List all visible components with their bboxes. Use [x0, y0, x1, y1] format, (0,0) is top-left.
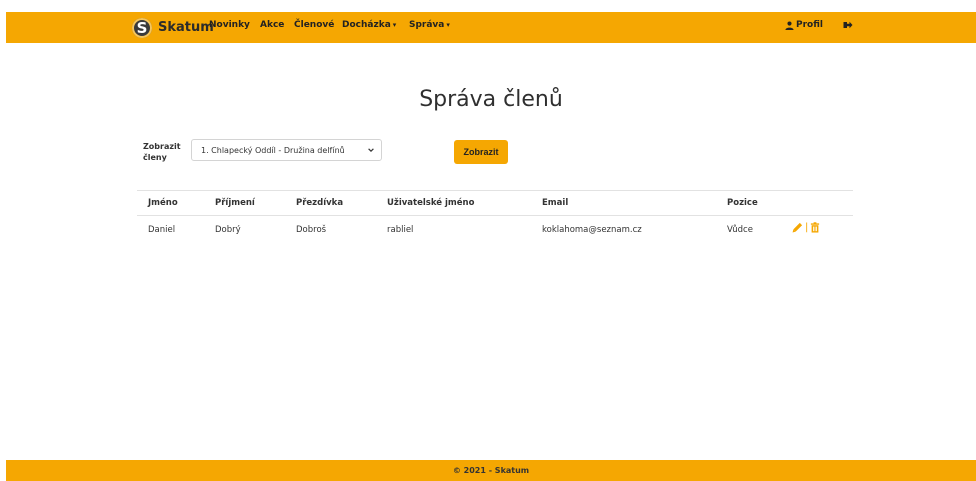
header-first-name: Jméno: [148, 198, 178, 208]
logout-icon: [843, 21, 853, 29]
action-separator: |: [805, 222, 809, 233]
page-title: Správa členů: [419, 87, 563, 112]
header-email: Email: [542, 198, 569, 208]
nav-item-dochazka[interactable]: Docházka ▾: [342, 20, 396, 30]
nav-item-sprava[interactable]: Správa ▾: [409, 20, 450, 30]
chevron-down-icon: [368, 148, 374, 153]
nav-item-clenove[interactable]: Členové: [294, 20, 334, 30]
header-username: Uživatelské jméno: [387, 198, 475, 208]
profile-link[interactable]: Profil: [785, 20, 823, 30]
table-header: Jméno Příjmení Přezdívka Uživatelské jmé…: [137, 190, 853, 216]
cell-position: Vůdce: [727, 225, 753, 235]
logout-button[interactable]: [843, 20, 853, 30]
cell-last-name: Dobrý: [215, 225, 241, 235]
table-row: Daniel Dobrý Dobroš rabliel koklahoma@se…: [137, 216, 853, 240]
profile-label: Profil: [796, 20, 823, 30]
page: S Skatum Novinky Akce Členové Docházka ▾…: [6, 0, 976, 481]
brand-logo: S: [132, 17, 152, 38]
members-table: Jméno Příjmení Přezdívka Uživatelské jmé…: [137, 190, 853, 240]
group-select[interactable]: 1. Chlapecký Oddíl - Družina delfínů: [191, 139, 382, 161]
nav-item-akce[interactable]: Akce: [260, 20, 284, 30]
user-icon: [785, 20, 794, 30]
header-position: Pozice: [727, 198, 758, 208]
cell-username: rabliel: [387, 225, 414, 235]
row-actions: |: [792, 222, 820, 233]
group-select-value: 1. Chlapecký Oddíl - Družina delfínů: [201, 145, 345, 155]
header-last-name: Příjmení: [215, 198, 255, 208]
show-button[interactable]: Zobrazit: [454, 140, 508, 164]
navbar: S Skatum Novinky Akce Členové Docházka ▾…: [6, 12, 976, 43]
nav-item-sprava-label: Správa: [409, 20, 445, 30]
brand-name: Skatum: [158, 20, 214, 35]
header-nickname: Přezdívka: [296, 198, 344, 208]
chevron-down-icon: ▾: [446, 21, 450, 29]
trash-icon[interactable]: [810, 222, 820, 233]
brand-link[interactable]: S Skatum: [132, 16, 214, 39]
pencil-icon[interactable]: [792, 222, 803, 233]
nav-item-dochazka-label: Docházka: [342, 20, 391, 30]
cell-email: koklahoma@seznam.cz: [542, 225, 642, 235]
cell-first-name: Daniel: [148, 225, 176, 235]
chevron-down-icon: ▾: [392, 21, 397, 29]
footer: © 2021 - Skatum: [6, 460, 976, 481]
filter-label: Zobrazit členy: [143, 142, 181, 162]
cell-nickname: Dobroš: [296, 225, 327, 235]
nav-item-novinky[interactable]: Novinky: [209, 20, 250, 30]
